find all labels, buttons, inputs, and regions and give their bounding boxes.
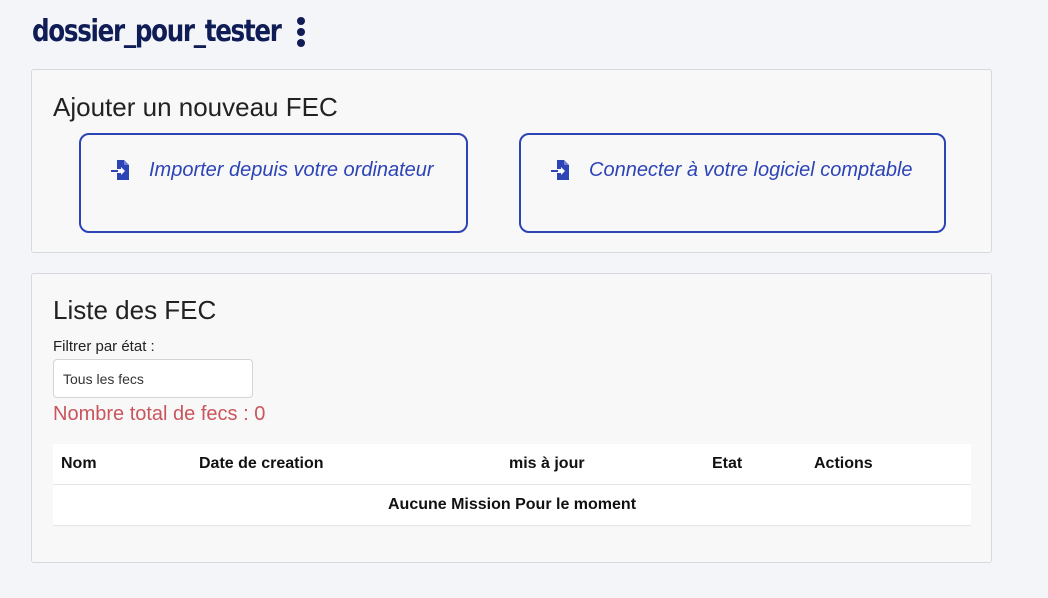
fec-list-card: Liste des FEC Filtrer par état : Tous le… [31,273,992,563]
kebab-menu-icon[interactable] [295,15,307,49]
filter-label: Filtrer par état : [53,338,155,355]
column-header-etat: Etat [712,455,743,472]
column-header-nom: Nom [61,455,97,472]
file-import-icon [111,160,129,180]
kebab-dot [297,38,306,47]
kebab-dot [297,16,306,25]
column-header-mis-a-jour: mis à jour [509,455,585,472]
import-button-label: Importer depuis votre ordinateur [149,158,434,181]
fec-table: Nom Date de creation mis à jour Etat Act… [53,444,971,526]
add-fec-card: Ajouter un nouveau FEC Importer depuis v… [31,69,992,253]
kebab-dot [297,27,306,36]
project-title: dossier_pour_tester [32,14,282,49]
import-button-content: Importer depuis votre ordinateur [109,158,434,182]
column-header-date-creation: Date de creation [199,455,324,472]
status-filter-select[interactable]: Tous les fecs [53,359,253,398]
connect-accounting-software-button[interactable]: Connecter à votre logiciel comptable [519,133,946,233]
total-fec-count: Nombre total de fecs : 0 [53,403,266,425]
connect-button-label: Connecter à votre logiciel comptable [589,158,913,181]
empty-table-message: Aucune Mission Pour le moment [53,485,971,526]
fec-list-title: Liste des FEC [53,295,217,325]
page: dossier_pour_tester Ajouter un nouveau F… [0,0,1048,598]
connect-button-content: Connecter à votre logiciel comptable [549,158,913,182]
column-header-actions: Actions [814,455,873,472]
file-import-icon [551,160,569,180]
add-fec-title: Ajouter un nouveau FEC [53,92,338,122]
header: dossier_pour_tester [32,14,307,49]
table-header: Nom Date de creation mis à jour Etat Act… [53,444,971,485]
import-from-computer-button[interactable]: Importer depuis votre ordinateur [79,133,468,233]
